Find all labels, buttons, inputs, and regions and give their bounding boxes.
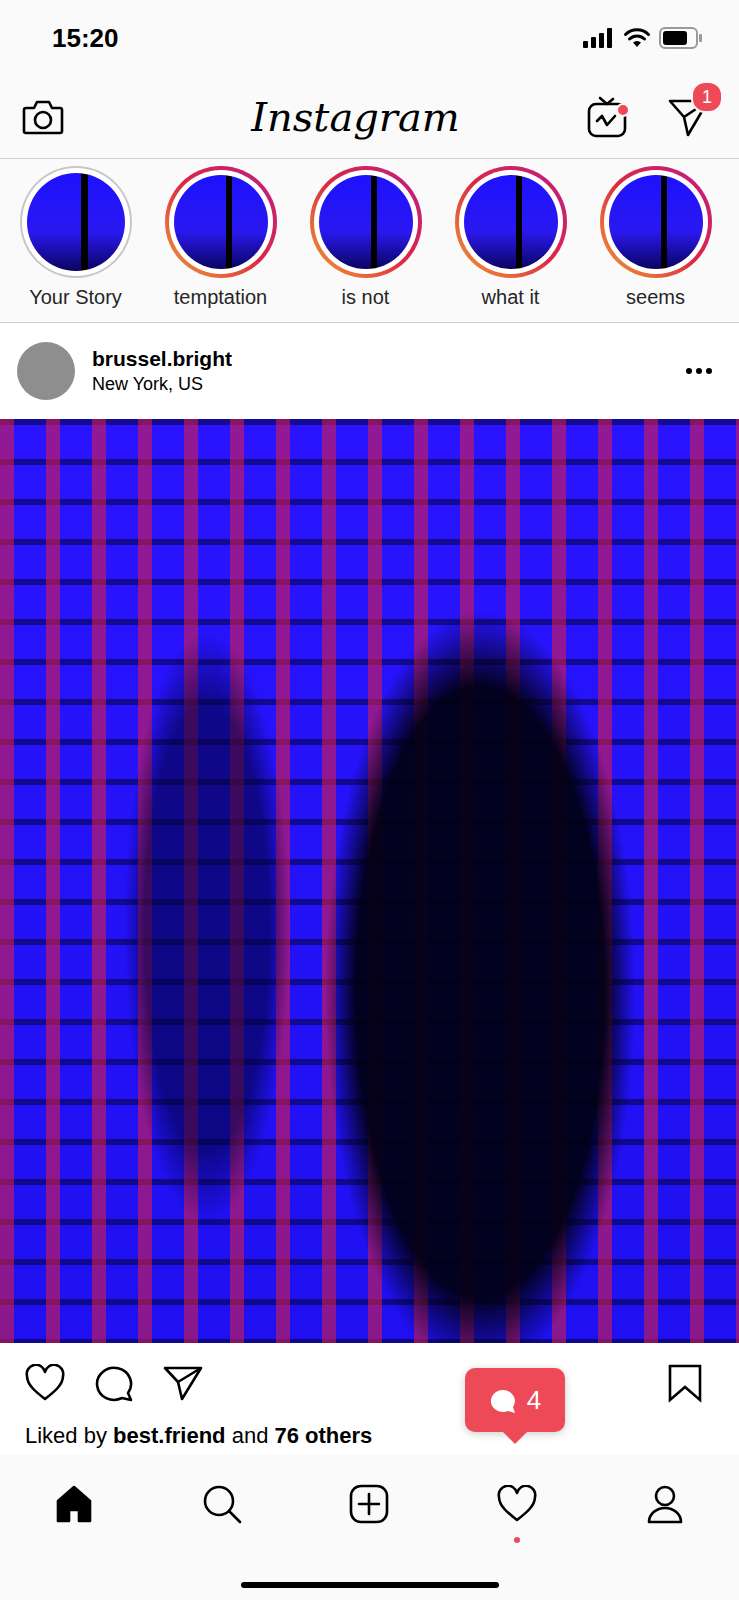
story-thumbnail xyxy=(464,175,558,269)
search-icon xyxy=(201,1483,243,1525)
story-label: temptation xyxy=(174,286,267,309)
like-icon[interactable] xyxy=(24,1364,66,1402)
bottom-navigation xyxy=(0,1455,739,1600)
nav-search-button[interactable] xyxy=(148,1479,296,1529)
story-ring xyxy=(455,166,567,278)
story-thumbnail xyxy=(609,175,703,269)
story-ring xyxy=(310,166,422,278)
nav-profile-button[interactable] xyxy=(591,1479,739,1529)
story-item[interactable]: Your Story xyxy=(3,166,148,322)
top-actions: 1 xyxy=(587,96,711,138)
stories-row: Your Story temptation is not what it see… xyxy=(0,159,739,323)
story-label: what it xyxy=(482,286,540,309)
share-icon[interactable] xyxy=(162,1364,204,1402)
story-item[interactable]: temptation xyxy=(148,166,293,322)
story-label: is not xyxy=(342,286,390,309)
add-post-icon xyxy=(349,1484,389,1524)
comment-icon[interactable] xyxy=(94,1363,134,1403)
nav-home-button[interactable] xyxy=(0,1479,148,1529)
story-label: Your Story xyxy=(29,286,122,309)
direct-button[interactable]: 1 xyxy=(667,97,711,137)
post-photo[interactable] xyxy=(0,419,739,1343)
notification-bubble[interactable]: 4 xyxy=(465,1368,565,1432)
profile-icon xyxy=(646,1484,684,1524)
story-item[interactable]: what it xyxy=(438,166,583,322)
status-bar: 15:20 xyxy=(0,0,739,76)
wifi-icon xyxy=(623,28,651,48)
status-time: 15:20 xyxy=(52,23,119,54)
notification-count: 4 xyxy=(527,1385,541,1416)
story-label: seems xyxy=(626,286,685,309)
story-thumbnail xyxy=(319,175,413,269)
story-thumbnail xyxy=(27,173,125,271)
story-item[interactable]: seems xyxy=(583,166,728,322)
instagram-logo[interactable]: Instagram xyxy=(64,94,587,140)
home-indicator xyxy=(241,1582,499,1588)
activity-heart-icon xyxy=(496,1485,538,1523)
direct-badge: 1 xyxy=(691,81,723,113)
status-icons xyxy=(583,27,703,49)
post-location[interactable]: New York, US xyxy=(92,374,668,395)
home-icon xyxy=(54,1484,94,1524)
igtv-button[interactable] xyxy=(587,96,627,138)
camera-icon[interactable] xyxy=(22,99,64,135)
nav-activity-button[interactable] xyxy=(443,1479,591,1529)
nav-add-button[interactable] xyxy=(296,1479,444,1529)
comment-notification-icon xyxy=(489,1386,517,1414)
nav-new-dot xyxy=(514,1537,520,1543)
battery-icon xyxy=(659,27,703,49)
story-thumbnail xyxy=(174,175,268,269)
post-actions xyxy=(0,1343,739,1423)
story-item[interactable]: is not xyxy=(293,166,438,322)
user-avatar[interactable] xyxy=(17,342,75,400)
story-ring xyxy=(600,166,712,278)
igtv-new-dot xyxy=(616,103,630,117)
story-ring xyxy=(20,166,132,278)
likes-summary[interactable]: Liked by best.friend and 76 others xyxy=(0,1423,739,1455)
more-options-icon[interactable] xyxy=(685,367,713,375)
post-username[interactable]: brussel.bright xyxy=(92,347,668,371)
post-header: brussel.bright New York, US xyxy=(0,323,739,419)
instagram-screen: 15:20 Instagram 1 Your Story temptation … xyxy=(0,0,739,1600)
bookmark-icon[interactable] xyxy=(667,1363,703,1403)
top-bar: Instagram 1 xyxy=(0,76,739,159)
story-ring xyxy=(165,166,277,278)
signal-icon xyxy=(583,28,615,48)
